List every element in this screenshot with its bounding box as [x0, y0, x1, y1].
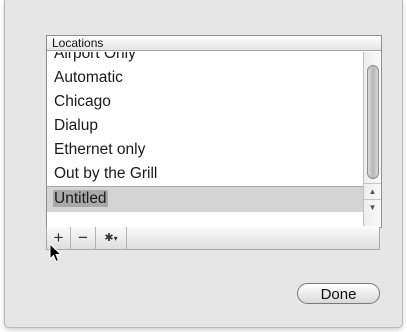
locations-sheet: Locations Airport Only Automatic Chicago… [4, 0, 403, 328]
scroll-down-arrow-icon[interactable]: ▼ [364, 199, 381, 215]
list-toolbar: + − ✱▾ [46, 227, 380, 250]
list-item[interactable]: Dialup [47, 114, 363, 138]
chevron-down-icon: ▾ [113, 234, 118, 243]
locations-list: Locations Airport Only Automatic Chicago… [46, 35, 382, 228]
list-item[interactable]: Automatic [47, 66, 363, 90]
vertical-scrollbar[interactable]: ▲ ▼ [363, 52, 381, 226]
locations-rows: Airport Only Automatic Chicago Dialup Et… [47, 52, 363, 226]
list-item[interactable]: Airport Only [47, 52, 363, 66]
selected-list-item-editing[interactable]: Untitled [47, 186, 363, 212]
action-menu-button[interactable]: ✱▾ [96, 227, 127, 249]
list-item[interactable]: Chicago [47, 90, 363, 114]
gear-icon: ✱ [104, 232, 114, 244]
list-item[interactable]: Ethernet only [47, 138, 363, 162]
remove-location-button[interactable]: − [71, 227, 96, 249]
mouse-pointer-icon [49, 243, 62, 263]
new-location-name-field[interactable]: Untitled [53, 190, 108, 207]
scroll-up-arrow-icon[interactable]: ▲ [364, 183, 381, 199]
list-item[interactable]: Out by the Grill [47, 162, 363, 186]
locations-column-header: Locations [47, 36, 381, 51]
done-button[interactable]: Done [297, 283, 380, 304]
minus-icon: − [78, 228, 88, 247]
scroll-thumb[interactable] [367, 65, 379, 179]
